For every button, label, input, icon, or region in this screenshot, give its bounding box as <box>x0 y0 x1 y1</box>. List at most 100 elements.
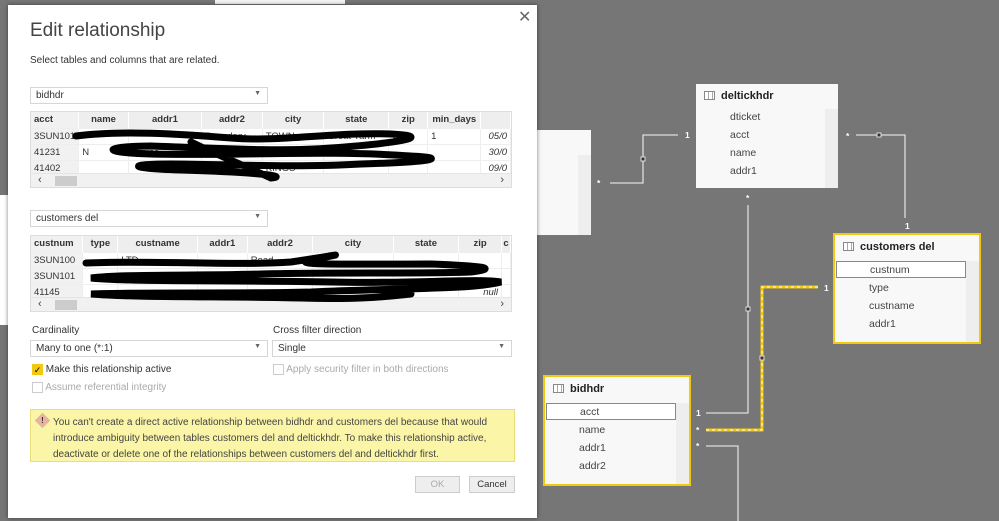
table-cell <box>247 267 314 284</box>
table-cell: 3SUN101 <box>31 267 84 284</box>
table-cell <box>501 251 511 268</box>
field[interactable]: addr1 <box>869 318 896 330</box>
table-cell <box>427 143 482 160</box>
table-card-partial[interactable] <box>537 130 591 235</box>
table-cell <box>128 127 203 144</box>
table-cell <box>458 267 502 284</box>
table-row: 3SUN100 LTD Road <box>31 251 511 268</box>
table-cell: 05/0 <box>480 127 511 144</box>
referential-checkbox-row[interactable]: Assume referential integrity <box>32 382 166 393</box>
column-header[interactable]: addr1 <box>128 112 203 128</box>
cardinality-value: Many to one (*:1) <box>36 343 113 354</box>
column-header[interactable]: state <box>323 112 390 128</box>
table-card-deltickhdr[interactable]: deltickhdr dticket acct name addr1 <box>696 84 838 188</box>
horizontal-scrollbar[interactable]: ‹ › <box>31 173 511 187</box>
table-row: 3SUN101 Boundary TOWN Great Yarm OFB 1 05/0 <box>31 127 511 144</box>
cross-filter-label: Cross filter direction <box>273 325 362 336</box>
active-checkbox-label: Make this relationship active <box>45 364 172 376</box>
dialog-title: Edit relationship <box>30 20 166 41</box>
vertical-scrollbar[interactable] <box>578 155 591 235</box>
cross-filter-value: Single <box>278 343 306 354</box>
scroll-right-icon[interactable]: › <box>500 174 504 186</box>
selected-field-row[interactable] <box>546 403 676 420</box>
table-cell: OFB <box>388 127 429 144</box>
column-header[interactable]: zip <box>388 112 429 128</box>
column-header[interactable]: c <box>501 236 511 252</box>
field[interactable]: dticket <box>730 111 760 123</box>
column-header[interactable]: state <box>393 236 460 252</box>
one-mark: 1 <box>685 130 690 140</box>
table-icon <box>553 384 564 393</box>
chevron-down-icon: ▼ <box>254 90 261 97</box>
edit-relationship-dialog: Edit relationship ✕ Select tables and co… <box>8 5 537 518</box>
table-card-bidhdr[interactable]: bidhdr acct name addr1 addr2 <box>543 375 691 486</box>
field[interactable]: type <box>869 282 889 294</box>
column-header[interactable]: addr1 <box>197 236 248 252</box>
column-header[interactable]: addr2 <box>201 112 263 128</box>
ok-button[interactable]: OK <box>415 476 460 493</box>
cancel-button[interactable]: Cancel <box>469 476 515 493</box>
table-card-customers-del[interactable]: customers del custnum type custname addr… <box>833 233 981 344</box>
table-cell <box>323 143 390 160</box>
vertical-scrollbar[interactable] <box>966 261 979 342</box>
one-mark: 1 <box>696 408 701 418</box>
table2-preview[interactable]: custnum type custname addr1 addr2 city state zi… <box>30 235 512 312</box>
table1-preview[interactable]: acct name addr1 addr2 city state zip min_days 3S… <box>30 111 512 188</box>
column-header[interactable]: custname <box>117 236 198 252</box>
vertical-scrollbar[interactable] <box>825 109 838 188</box>
scroll-left-icon[interactable]: ‹ <box>38 174 42 186</box>
horizontal-scrollbar[interactable]: ‹ › <box>31 297 511 311</box>
cross-filter-select[interactable]: Single ▼ <box>272 340 512 357</box>
checkbox-icon[interactable] <box>32 382 43 393</box>
vertical-scrollbar[interactable] <box>676 403 689 484</box>
relationship-line <box>706 445 739 521</box>
table-cell: 1 <box>427 127 482 144</box>
field[interactable]: acct <box>580 406 599 418</box>
many-mark: * <box>846 131 850 141</box>
many-mark: * <box>746 193 750 203</box>
scroll-left-icon[interactable]: ‹ <box>38 298 42 310</box>
relationship-line <box>706 205 749 414</box>
table2-select[interactable]: customers del ▼ <box>30 210 268 227</box>
column-header[interactable]: addr2 <box>247 236 314 252</box>
field[interactable]: custname <box>869 300 915 312</box>
table1-select[interactable]: bidhdr ▼ <box>30 87 268 104</box>
cardinality-select[interactable]: Many to one (*:1) ▼ <box>30 340 268 357</box>
column-header[interactable]: min_days <box>427 112 482 128</box>
field[interactable]: name <box>730 147 756 159</box>
security-checkbox-row[interactable]: Apply security filter in both directions <box>273 364 449 375</box>
column-header[interactable]: city <box>312 236 394 252</box>
table-cell: Great Yarm <box>323 127 390 144</box>
column-header[interactable]: zip <box>458 236 502 252</box>
table-cell <box>393 267 460 284</box>
table2-select-value: customers del <box>36 213 99 224</box>
referential-checkbox-label: Assume referential integrity <box>45 382 167 394</box>
security-checkbox-label: Apply security filter in both directions <box>286 364 449 376</box>
scroll-right-icon[interactable]: › <box>500 298 504 310</box>
table-cell <box>501 267 511 284</box>
table-cell: null <box>201 143 263 160</box>
column-header[interactable] <box>480 112 511 128</box>
column-header[interactable]: name <box>78 112 129 128</box>
table-cell: House <box>128 143 203 160</box>
field[interactable]: name <box>579 424 605 436</box>
checkbox-icon[interactable] <box>273 364 284 375</box>
column-header[interactable]: city <box>262 112 325 128</box>
field[interactable]: addr1 <box>579 442 606 454</box>
one-mark: 1 <box>905 221 910 231</box>
checkbox-checked-icon[interactable]: ✓ <box>32 364 43 375</box>
close-icon[interactable]: ✕ <box>518 7 531 27</box>
field[interactable]: acct <box>730 129 749 141</box>
active-checkbox-row[interactable]: ✓ Make this relationship active <box>32 364 171 375</box>
field[interactable]: custnum <box>870 264 910 276</box>
field[interactable]: addr1 <box>730 165 757 177</box>
column-header[interactable]: custnum <box>31 236 84 252</box>
table-cell <box>197 251 248 268</box>
column-header[interactable]: acct <box>31 112 80 128</box>
field[interactable]: addr2 <box>579 460 606 472</box>
warning-icon: ! <box>34 412 51 429</box>
column-header[interactable]: type <box>82 236 119 252</box>
table-cell: N <box>78 143 129 160</box>
table-name: bidhdr <box>570 383 605 395</box>
table-icon <box>843 242 854 251</box>
